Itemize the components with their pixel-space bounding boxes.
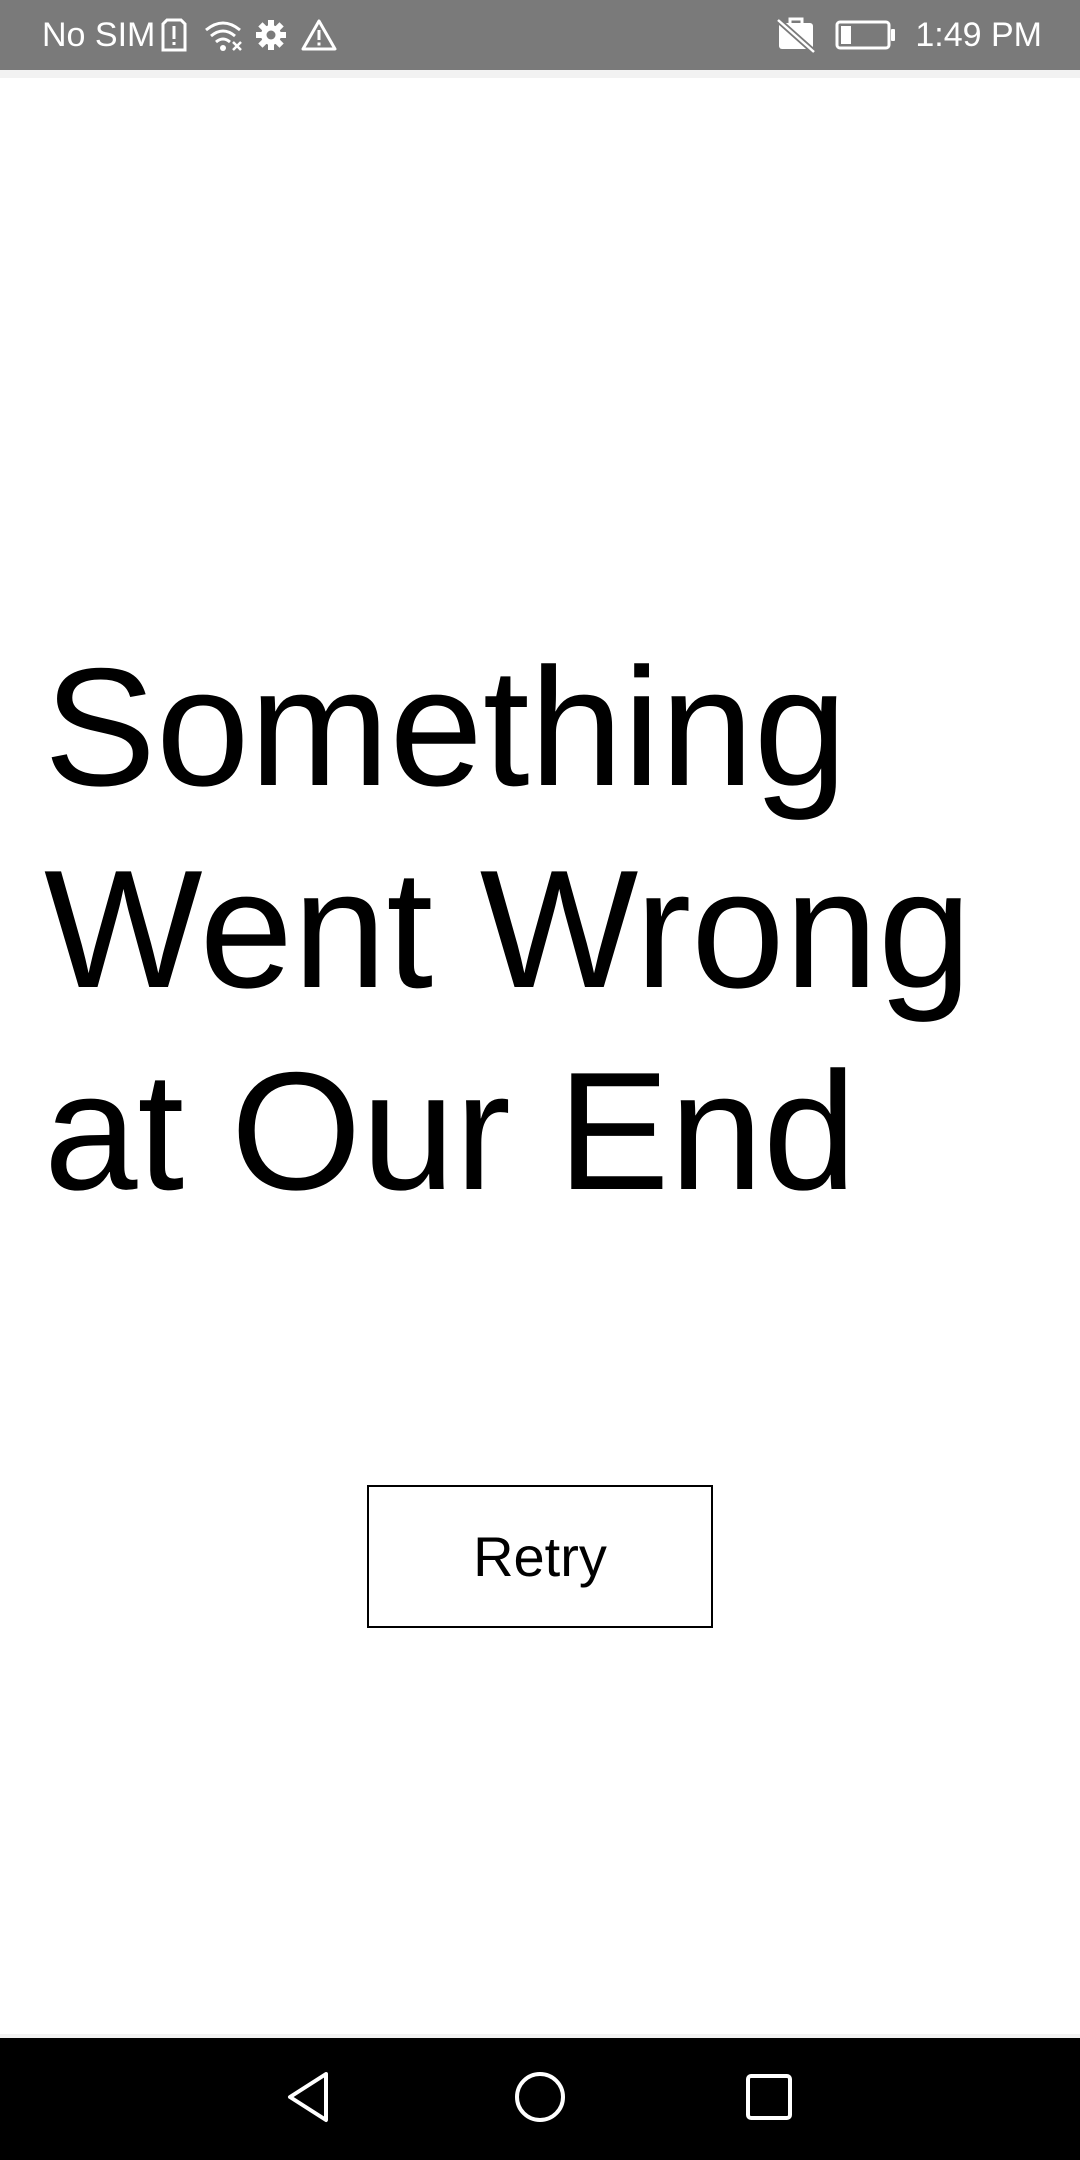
nav-home-button[interactable] <box>480 2038 600 2160</box>
settings-gear-icon <box>255 19 287 51</box>
retry-button[interactable]: Retry <box>367 1485 713 1628</box>
status-bar-time: 1:49 PM <box>915 15 1042 54</box>
back-icon <box>284 2070 334 2129</box>
wifi-icon <box>203 18 243 52</box>
status-bar-divider <box>0 70 1080 78</box>
carrier-label: No SIM <box>42 15 156 54</box>
sim-alert-icon <box>161 18 187 52</box>
navigation-bar <box>0 2038 1080 2160</box>
error-title: Something Went Wrong at Our End <box>44 633 972 1225</box>
status-bar: No SIM 1:49 PM <box>0 0 1080 70</box>
battery-icon <box>835 20 897 50</box>
status-bar-left: No SIM <box>42 0 337 70</box>
screen: No SIM 1:49 PM Something Went Wrong at O… <box>0 0 1080 2160</box>
no-sim-card-icon <box>775 17 817 53</box>
home-icon <box>513 2070 567 2129</box>
nav-recents-button[interactable] <box>709 2038 829 2160</box>
recents-icon <box>744 2072 794 2127</box>
status-bar-right: 1:49 PM <box>775 0 1042 70</box>
error-content: Something Went Wrong at Our End Retry <box>0 78 1080 2034</box>
warning-icon <box>301 19 337 51</box>
nav-back-button[interactable] <box>249 2038 369 2160</box>
